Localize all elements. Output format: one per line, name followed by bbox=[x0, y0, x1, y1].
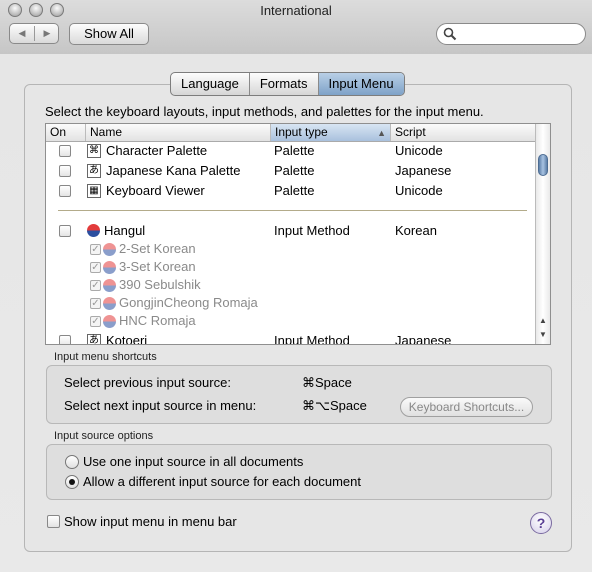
per-document-label: Allow a different input source for each … bbox=[83, 474, 361, 489]
row-name: 390 Sebulshik bbox=[119, 277, 201, 292]
table-subrow[interactable]: ✓ 2-Set Korean bbox=[46, 241, 536, 259]
column-header-name[interactable]: Name bbox=[86, 124, 271, 141]
left-triangle-icon: ◀ bbox=[18, 28, 26, 38]
table-subrow[interactable]: ✓ HNC Romaja bbox=[46, 313, 536, 331]
column-header-input-type[interactable]: Input type ▲ bbox=[271, 124, 391, 141]
window-title: International bbox=[260, 3, 332, 18]
subitem-checkbox: ✓ bbox=[90, 298, 101, 309]
table-row[interactable]: あ Kotoeri Input Method Japanese bbox=[46, 332, 536, 345]
enable-checkbox[interactable] bbox=[59, 145, 71, 157]
back-forward-control: ◀ ▶ bbox=[9, 23, 59, 44]
one-source-label: Use one input source in all documents bbox=[83, 454, 304, 469]
scrollbar-thumb[interactable] bbox=[538, 154, 548, 176]
table-subrow[interactable]: ✓ 390 Sebulshik bbox=[46, 277, 536, 295]
row-name: 3-Set Korean bbox=[119, 259, 196, 274]
korean-flag-icon bbox=[103, 243, 116, 256]
subitem-checkbox: ✓ bbox=[90, 262, 101, 273]
tab-formats[interactable]: Formats bbox=[250, 73, 319, 95]
instructions-text: Select the keyboard layouts, input metho… bbox=[45, 104, 484, 119]
korean-flag-icon bbox=[103, 279, 116, 292]
section-divider bbox=[58, 210, 527, 211]
row-name: HNC Romaja bbox=[119, 313, 196, 328]
table-row[interactable]: ⌘ Character Palette Palette Unicode bbox=[46, 142, 536, 160]
keyboard-viewer-icon: ▦ bbox=[87, 184, 101, 198]
back-button[interactable]: ◀ bbox=[10, 24, 34, 43]
help-button[interactable]: ? bbox=[530, 512, 552, 534]
sort-ascending-icon: ▲ bbox=[377, 128, 386, 138]
show-input-menu-checkbox[interactable] bbox=[47, 515, 60, 528]
per-document-radio[interactable] bbox=[65, 475, 79, 489]
row-script: Korean bbox=[395, 223, 437, 238]
row-script: Unicode bbox=[395, 183, 443, 198]
shortcuts-section-label: Input menu shortcuts bbox=[54, 351, 157, 363]
column-header-script[interactable]: Script bbox=[391, 124, 536, 141]
table-vertical-scrollbar[interactable]: ▲ ▼ bbox=[535, 124, 550, 344]
forward-button[interactable]: ▶ bbox=[35, 24, 59, 43]
row-name: Hangul bbox=[104, 223, 146, 238]
next-source-label: Select next input source in menu: bbox=[64, 398, 257, 413]
title-bar: International bbox=[0, 0, 592, 22]
enable-checkbox[interactable] bbox=[59, 185, 71, 197]
row-type: Palette bbox=[274, 163, 315, 178]
table-row[interactable]: ▦ Keyboard Viewer Palette Unicode bbox=[46, 182, 536, 200]
keyboard-shortcuts-button[interactable]: Keyboard Shortcuts... bbox=[400, 397, 533, 417]
show-all-button[interactable]: Show All bbox=[69, 23, 149, 45]
row-script: Japanese bbox=[395, 163, 452, 178]
column-header-input-type-label: Input type bbox=[275, 125, 328, 139]
row-name: Japanese Kana Palette bbox=[106, 163, 241, 178]
character-palette-icon: ⌘ bbox=[87, 144, 101, 158]
scroll-up-arrow-icon[interactable]: ▲ bbox=[536, 316, 550, 325]
one-source-radio[interactable] bbox=[65, 455, 79, 469]
enable-checkbox[interactable] bbox=[59, 165, 71, 177]
table-row[interactable]: あ Japanese Kana Palette Palette Japanese bbox=[46, 162, 536, 180]
subitem-checkbox: ✓ bbox=[90, 280, 101, 291]
row-type: Input Method bbox=[274, 333, 350, 345]
right-triangle-icon: ▶ bbox=[43, 28, 51, 38]
kana-palette-icon: あ bbox=[87, 164, 101, 178]
search-icon bbox=[443, 27, 457, 41]
korean-flag-icon bbox=[103, 261, 116, 274]
input-sources-table: On Name Input type ▲ Script ⌘ Character … bbox=[45, 123, 551, 345]
prev-source-shortcut: ⌘Space bbox=[302, 375, 352, 390]
row-type: Palette bbox=[274, 143, 315, 158]
row-name: GongjinCheong Romaja bbox=[119, 295, 258, 310]
subitem-checkbox: ✓ bbox=[90, 316, 101, 327]
prev-source-label: Select previous input source: bbox=[64, 375, 231, 390]
row-name: Kotoeri bbox=[106, 333, 148, 345]
row-name: Keyboard Viewer bbox=[106, 183, 205, 198]
tab-language[interactable]: Language bbox=[171, 73, 250, 95]
scroll-down-arrow-icon[interactable]: ▼ bbox=[536, 330, 550, 339]
korean-flag-icon bbox=[87, 224, 100, 237]
row-type: Input Method bbox=[274, 223, 350, 238]
tab-input-menu[interactable]: Input Menu bbox=[318, 73, 404, 95]
show-input-menu-label: Show input menu in menu bar bbox=[64, 514, 237, 529]
options-box bbox=[46, 444, 552, 500]
korean-flag-icon bbox=[103, 315, 116, 328]
table-row[interactable]: Hangul Input Method Korean bbox=[46, 222, 536, 240]
tab-bar: Language Formats Input Menu bbox=[170, 72, 405, 96]
next-source-shortcut: ⌘⌥Space bbox=[302, 398, 367, 413]
row-name: 2-Set Korean bbox=[119, 241, 196, 256]
column-header-on[interactable]: On bbox=[46, 124, 86, 141]
options-section-label: Input source options bbox=[54, 430, 154, 442]
search-field[interactable] bbox=[436, 23, 586, 45]
table-subrow[interactable]: ✓ 3-Set Korean bbox=[46, 259, 536, 277]
row-name: Character Palette bbox=[106, 143, 208, 158]
subitem-checkbox: ✓ bbox=[90, 244, 101, 255]
row-script: Unicode bbox=[395, 143, 443, 158]
table-subrow[interactable]: ✓ GongjinCheong Romaja bbox=[46, 295, 536, 313]
table-header: On Name Input type ▲ Script bbox=[46, 124, 536, 142]
row-script: Japanese bbox=[395, 333, 452, 345]
enable-checkbox[interactable] bbox=[59, 335, 71, 344]
kotoeri-icon: あ bbox=[87, 334, 101, 344]
row-type: Palette bbox=[274, 183, 315, 198]
preferences-window: International ◀ ▶ Show All Language Form… bbox=[0, 0, 592, 572]
korean-flag-icon bbox=[103, 297, 116, 310]
enable-checkbox[interactable] bbox=[59, 225, 71, 237]
